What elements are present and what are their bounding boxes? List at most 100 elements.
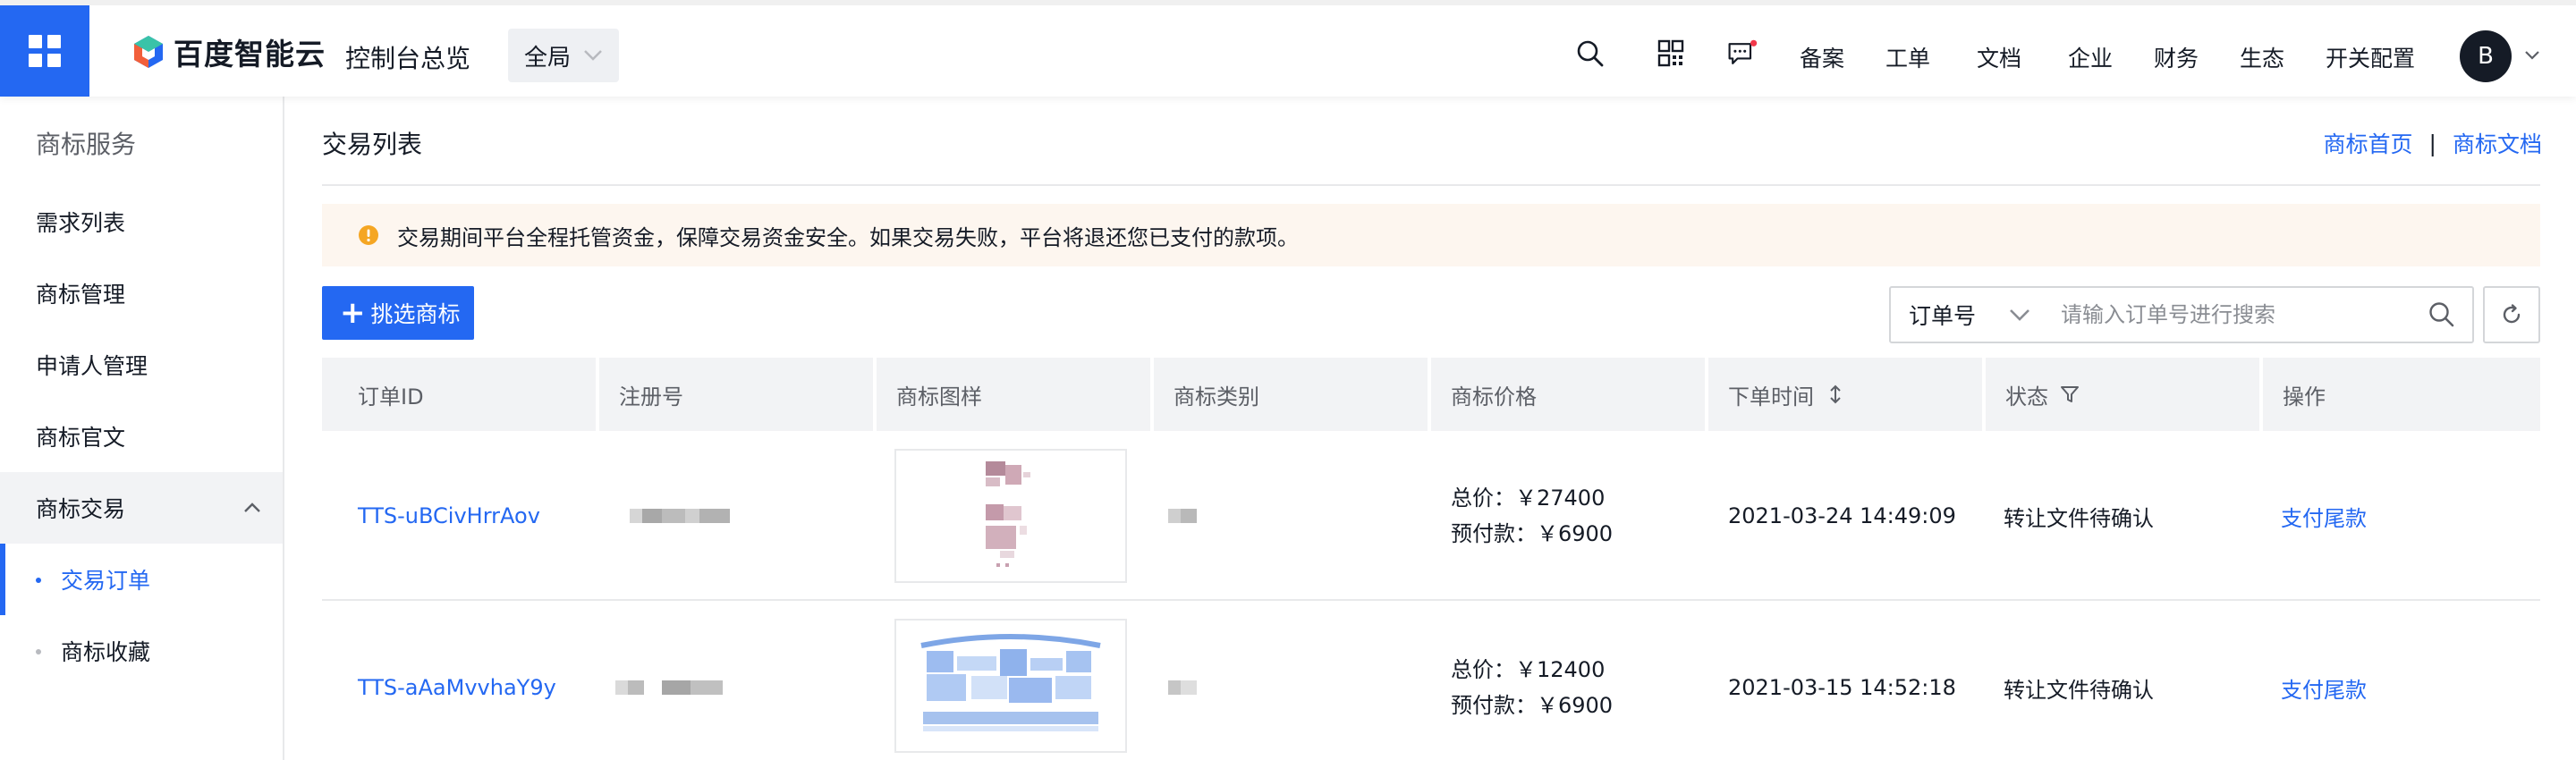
pay-balance-link[interactable]: 支付尾款 <box>2281 501 2367 532</box>
trademark-image[interactable] <box>894 449 1127 583</box>
nav-enterprise[interactable]: 企业 <box>2068 41 2113 73</box>
order-id-cell: TTS-aAaMvvhaY9y <box>358 603 556 760</box>
chevron-down-icon <box>2010 309 2029 321</box>
brand-name: 百度智能云 <box>174 37 326 72</box>
sidebar-subitem-label: 交易订单 <box>61 568 151 594</box>
total-price: 总价：￥27400 <box>1451 486 1606 511</box>
column-header-label: 订单ID <box>358 384 424 410</box>
prepay-price: 预付款：￥6900 <box>1451 521 1614 546</box>
sidebar-item-trademark-trade[interactable]: 商标交易 <box>0 472 283 544</box>
notice-text: 交易期间平台全程托管资金，保障交易资金安全。如果交易失败，平台将退还您已支付的款… <box>397 224 1299 250</box>
search-icon[interactable] <box>2428 300 2456 329</box>
plus-icon: + <box>340 295 366 331</box>
sidebar-title: 商标服务 <box>36 130 137 159</box>
column-header-order-time[interactable]: 下单时间 <box>1708 358 1982 431</box>
user-avatar[interactable]: B <box>2460 30 2512 82</box>
sidebar-item-label: 需求列表 <box>36 210 126 236</box>
table-row: TTS-uBCivHrrAov 总价：￥27400 预付款：￥6900 2021… <box>322 431 2540 601</box>
order-id-link[interactable]: TTS-aAaMvvhaY9y <box>358 675 556 700</box>
column-header-label: 商标价格 <box>1451 384 1537 410</box>
sidebar-subitem-favorites[interactable]: 商标收藏 <box>0 615 283 687</box>
column-header-label: 商标图样 <box>896 384 982 410</box>
price-cell: 总价：￥27400 预付款：￥6900 <box>1451 431 1613 601</box>
warning-icon <box>359 225 378 245</box>
column-header-trademark-image: 商标图样 <box>877 358 1150 431</box>
column-header-label: 下单时间 <box>1728 384 1814 410</box>
region-select[interactable]: 全局 <box>508 29 619 82</box>
column-header-label: 操作 <box>2283 384 2326 410</box>
search-box: 订单号 <box>1889 286 2474 343</box>
category-redacted <box>1168 680 1197 695</box>
refresh-button[interactable] <box>2483 286 2540 343</box>
sort-icon[interactable] <box>1825 384 1846 405</box>
order-time-cell: 2021-03-24 14:49:09 <box>1728 503 1956 528</box>
status-cell: 转让文件待确认 <box>2004 677 2154 703</box>
column-header-label: 商标类别 <box>1174 384 1259 410</box>
column-header-reg-no: 注册号 <box>599 358 873 431</box>
chevron-down-icon[interactable] <box>2522 45 2542 64</box>
link-separator: | <box>2428 130 2436 156</box>
apps-menu-button[interactable] <box>0 5 89 97</box>
total-price: 总价：￥12400 <box>1451 657 1606 682</box>
action-cell: 支付尾款 <box>2281 431 2367 601</box>
cloud-logo-icon <box>134 36 163 68</box>
sidebar-item-applicant-management[interactable]: 申请人管理 <box>0 329 283 401</box>
column-header-category: 商标类别 <box>1154 358 1428 431</box>
qrcode-icon[interactable] <box>1655 38 1687 70</box>
chevron-up-icon <box>244 502 260 512</box>
category-redacted <box>1168 509 1197 523</box>
search-icon[interactable] <box>1574 38 1606 70</box>
pay-balance-link[interactable]: 支付尾款 <box>2281 672 2367 704</box>
brand-logo[interactable]: 百度智能云 <box>131 34 326 72</box>
filter-icon[interactable] <box>2059 384 2080 405</box>
page-title: 交易列表 <box>322 130 423 159</box>
trademark-thumbnail <box>986 461 1030 567</box>
sidebar-item-label: 申请人管理 <box>36 353 148 379</box>
nav-switch-config[interactable]: 开关配置 <box>2326 41 2415 73</box>
column-header-label: 状态 <box>2005 384 2048 410</box>
sidebar-item-label: 商标交易 <box>36 496 126 522</box>
pick-trademark-label: 挑选商标 <box>370 301 461 327</box>
sidebar-subitem-trade-orders[interactable]: 交易订单 <box>0 544 283 615</box>
search-field-value: 订单号 <box>1909 303 1977 329</box>
nav-ecosystem[interactable]: 生态 <box>2240 41 2284 73</box>
sidebar-item-demand-list[interactable]: 需求列表 <box>0 186 283 258</box>
nav-docs[interactable]: 文档 <box>1977 41 2021 73</box>
page-links: 商标首页 | 商标文档 <box>2324 127 2542 159</box>
pick-trademark-button[interactable]: + 挑选商标 <box>322 286 474 340</box>
reg-no-cell <box>615 603 723 760</box>
active-indicator <box>0 544 5 615</box>
column-header-price: 商标价格 <box>1431 358 1705 431</box>
nav-ticket[interactable]: 工单 <box>1885 41 1930 73</box>
bullet-dot <box>36 649 41 654</box>
sidebar-item-label: 商标官文 <box>36 425 126 451</box>
nav-finance[interactable]: 财务 <box>2154 41 2199 73</box>
trademark-image[interactable] <box>894 619 1127 753</box>
table-header: 订单ID 注册号 商标图样 商标类别 商标价格 下单时间 状态 操作 <box>322 358 2540 431</box>
sidebar-item-official-documents[interactable]: 商标官文 <box>0 401 283 472</box>
search-input[interactable] <box>2061 293 2419 336</box>
price-cell: 总价：￥12400 预付款：￥6900 <box>1451 603 1613 760</box>
divider <box>322 184 2540 186</box>
nav-beian[interactable]: 备案 <box>1800 41 1844 73</box>
action-cell: 支付尾款 <box>2281 603 2367 760</box>
top-header: 百度智能云 控制台总览 全局 备案 工单 文档 企业 财务 生态 开关配置 B <box>0 0 2576 97</box>
bullet-dot <box>36 578 41 583</box>
message-icon[interactable] <box>1726 38 1758 70</box>
column-header-status[interactable]: 状态 <box>1986 358 2259 431</box>
order-id-link[interactable]: TTS-uBCivHrrAov <box>358 503 540 528</box>
trademark-thumbnail <box>920 634 1101 731</box>
sidebar-item-trademark-management[interactable]: 商标管理 <box>0 258 283 329</box>
trademark-docs-link[interactable]: 商标文档 <box>2453 127 2542 159</box>
search-field-select[interactable]: 订单号 <box>1891 288 2052 342</box>
trademark-home-link[interactable]: 商标首页 <box>2324 127 2413 159</box>
reg-no-redacted <box>630 509 730 523</box>
table-row: TTS-aAaMvvhaY9y 总价：￥12400 预付款：￥6900 2021… <box>322 603 2540 760</box>
console-overview-link[interactable]: 控制台总览 <box>345 39 470 75</box>
order-id-cell: TTS-uBCivHrrAov <box>358 431 540 601</box>
reg-no-redacted <box>615 680 723 695</box>
column-header-label: 注册号 <box>619 384 683 410</box>
column-header-actions: 操作 <box>2263 358 2540 431</box>
sidebar-item-label: 商标管理 <box>36 282 126 308</box>
sidebar: 商标服务 需求列表 商标管理 申请人管理 商标官文 商标交易 交易订单 商标收藏 <box>0 97 284 760</box>
